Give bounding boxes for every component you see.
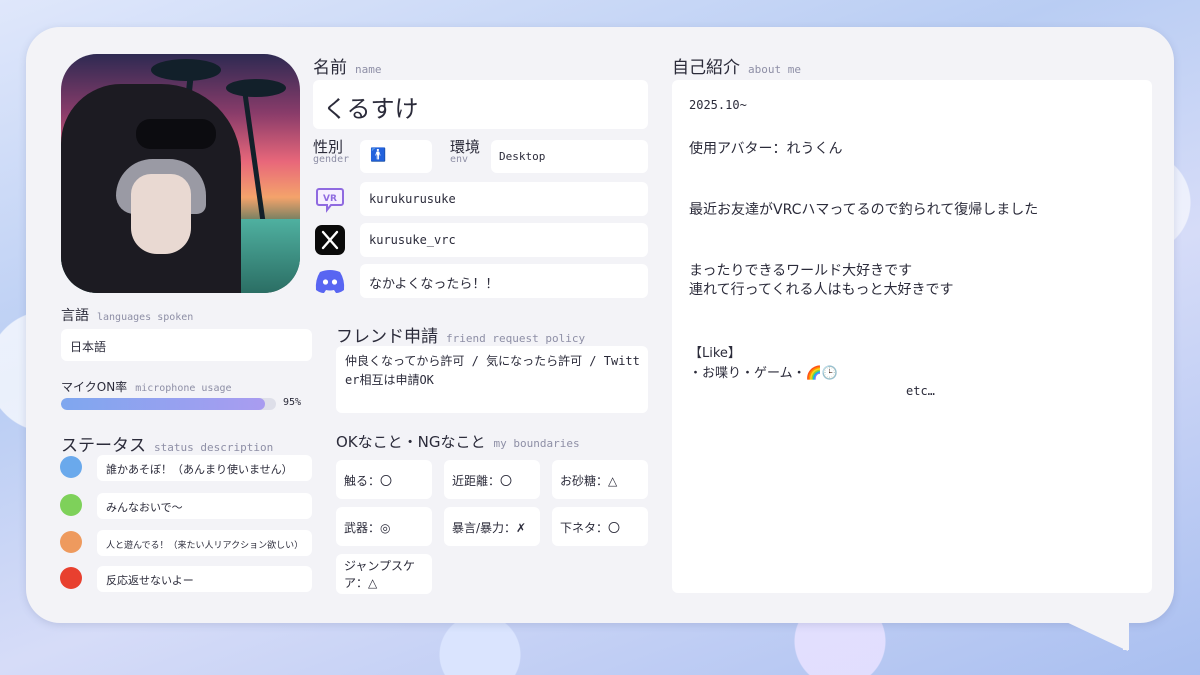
boundary-item: 下ネタ：〇 — [552, 507, 648, 546]
gender-field: 🚹 — [360, 140, 432, 173]
status-dot — [60, 531, 82, 553]
boundary-item: 暴言/暴力：✗ — [444, 507, 540, 546]
boundary-text: ジャンプスケア：△ — [344, 559, 416, 590]
boundaries-heading: OKなこと・NGなこと my boundaries — [336, 433, 580, 451]
status-dot — [60, 494, 82, 516]
x-icon — [314, 224, 346, 256]
status-heading: ステータス status description — [61, 436, 274, 456]
status-dot — [60, 567, 82, 589]
languages-field: 日本語 — [61, 329, 312, 361]
name-value: くるすけ — [323, 95, 419, 123]
boundary-text: 触る：〇 — [344, 474, 393, 488]
svg-text:VR: VR — [323, 194, 337, 204]
env-field: Desktop — [491, 140, 648, 173]
boundary-text: 近距離：〇 — [452, 474, 513, 488]
vrchat-id-field: kurukurusuke — [360, 182, 648, 216]
gender-heading: 性別 gender — [313, 138, 350, 165]
status-item: 誰かあそぼ！（あんまり使いません） — [97, 455, 312, 481]
mic-usage-bar — [61, 398, 276, 410]
about-field: 2025.10~ 使用アバター：れうくん 最近お友達がVRCハマってるので釣られ… — [672, 80, 1152, 593]
boundary-item: お砂糖：△ — [552, 460, 648, 499]
mic-usage-percent: 95% — [283, 397, 302, 408]
avatar-image — [61, 54, 300, 293]
name-field: くるすけ — [313, 80, 648, 129]
env-heading: 環境 env — [450, 138, 481, 165]
boundary-text: 暴言/暴力：✗ — [452, 521, 527, 535]
boundary-item: ジャンプスケア：△ — [336, 554, 432, 594]
vrchat-icon: VR — [314, 183, 346, 215]
twitter-id-field: kurusuke_vrc — [360, 223, 648, 257]
mic-usage-fill — [61, 398, 266, 410]
status-text: 誰かあそぼ！（あんまり使いません） — [106, 463, 293, 476]
status-dot — [60, 456, 82, 478]
boundary-text: 武器：◎ — [344, 521, 391, 535]
friend-request-heading: フレンド申請 friend request policy — [336, 327, 586, 347]
gender-icon: 🚹 — [370, 148, 387, 163]
status-text: 人と遊んでる！（来たい人リアクション欲しい） — [106, 541, 304, 551]
boundary-text: 下ネタ：〇 — [560, 521, 621, 535]
name-heading: 名前 name — [313, 58, 382, 78]
friend-request-field: 仲良くなってから許可 / 気になったら許可 / Twitter相互は申請OK — [336, 346, 648, 413]
boundary-item: 触る：〇 — [336, 460, 432, 499]
about-heading: 自己紹介 about me — [672, 58, 801, 78]
boundary-text: お砂糖：△ — [560, 474, 618, 488]
discord-icon — [314, 265, 346, 297]
speech-bubble-tail — [1030, 605, 1128, 651]
status-item: 反応返せないよー — [97, 566, 312, 592]
languages-heading: 言語 languages spoken — [61, 308, 194, 324]
status-text: みんなおいで〜 — [106, 501, 183, 514]
discord-field: なかよくなったら！！ — [360, 264, 648, 298]
boundary-item: 武器：◎ — [336, 507, 432, 546]
boundary-item: 近距離：〇 — [444, 460, 540, 499]
status-text: 反応返せないよー — [106, 574, 194, 587]
status-item: みんなおいで〜 — [97, 493, 312, 519]
mic-heading: マイクON率 microphone usage — [61, 380, 232, 394]
status-item: 人と遊んでる！（来たい人リアクション欲しい） — [97, 530, 312, 556]
